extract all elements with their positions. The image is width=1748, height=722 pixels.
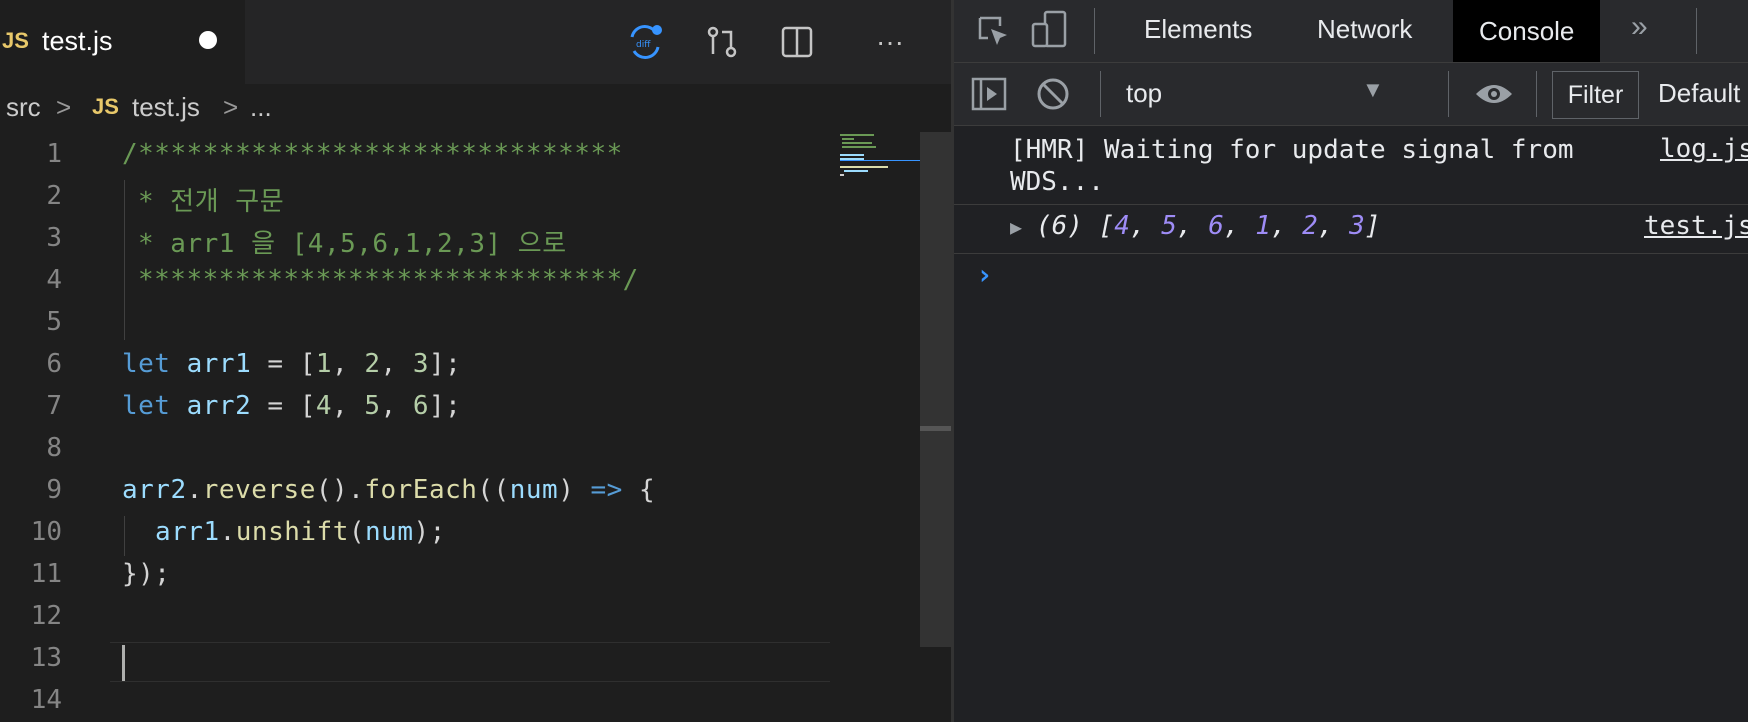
line-number: 11 <box>30 559 62 589</box>
code-line-1: /****************************** <box>122 139 623 169</box>
console-message-array[interactable]: ▶ (6) [4, 5, 6, 1, 2, 3] test.js <box>954 205 1748 254</box>
diff-sync-icon[interactable]: diff <box>623 20 667 64</box>
line-number: 6 <box>46 349 62 379</box>
filter-input[interactable]: Filter <box>1552 71 1639 119</box>
tab-elements[interactable]: Elements <box>1144 14 1252 45</box>
toolbar-divider <box>1536 71 1537 117</box>
console-message-text: [HMR] Waiting for update signal from WDS… <box>1010 135 1574 197</box>
devtools-panel: Elements Network Console » top ▼ Filter … <box>954 0 1748 722</box>
code-line-6: let arr1 = [1, 2, 3]; <box>122 349 462 379</box>
breadcrumb-folder[interactable]: src <box>6 92 41 123</box>
code-line-7: let arr2 = [4, 5, 6]; <box>122 391 462 421</box>
split-editor-icon[interactable] <box>775 20 819 64</box>
show-sidebar-icon[interactable] <box>970 75 1008 118</box>
toolbar-divider <box>1696 8 1697 54</box>
js-file-icon: JS <box>92 94 119 119</box>
console-toolbar: top ▼ Filter Default <box>954 63 1748 126</box>
line-number: 4 <box>46 265 62 295</box>
current-line-highlight <box>110 642 830 682</box>
line-number: 5 <box>46 307 62 337</box>
code-line-2: * 전개 구문 <box>138 187 285 217</box>
tab-network[interactable]: Network <box>1317 14 1412 45</box>
console-prompt-icon: › <box>976 258 993 291</box>
context-selector[interactable]: top ▼ <box>1112 63 1402 125</box>
line-number: 3 <box>46 223 62 253</box>
line-number: 10 <box>30 517 62 547</box>
dropdown-arrow-icon: ▼ <box>1362 77 1384 102</box>
line-number: 1 <box>46 139 62 169</box>
breadcrumb-separator: > <box>56 92 72 122</box>
inspect-element-icon[interactable] <box>976 14 1010 53</box>
line-number: 12 <box>30 601 62 631</box>
text-cursor <box>122 645 125 681</box>
tab-filename: test.js <box>42 26 113 56</box>
console-input[interactable] <box>1010 256 1730 296</box>
line-number: 14 <box>30 685 62 715</box>
indent-guide <box>124 516 125 556</box>
more-actions-icon[interactable]: ··· <box>868 20 912 64</box>
breadcrumb-file[interactable]: test.js <box>132 92 200 123</box>
code-editor: JS test.js diff ··· src > JS test.js > .… <box>0 0 951 722</box>
clear-console-icon[interactable] <box>1034 75 1072 118</box>
line-number: 8 <box>46 433 62 463</box>
log-levels-dropdown[interactable]: Default <box>1658 78 1740 109</box>
editor-tab-bar: JS test.js diff ··· <box>0 0 951 84</box>
code-line-9: arr2.reverse().forEach((num) => { <box>122 475 656 505</box>
tab-console[interactable]: Console <box>1453 0 1601 62</box>
toolbar-divider <box>1448 71 1449 117</box>
more-tabs-icon[interactable]: » <box>1631 10 1648 44</box>
code-line-10: arr1.unshift(num); <box>155 517 446 547</box>
code-line-3: * arr1 을 [4,5,6,1,2,3] 으로 <box>138 229 567 259</box>
scrollbar-position-marker <box>920 426 951 431</box>
context-value: top <box>1126 78 1163 108</box>
expand-triangle-icon[interactable]: ▶ <box>1010 215 1022 239</box>
breadcrumb: src > JS test.js > ... <box>0 84 951 132</box>
array-preview: (6) [4, 5, 6, 1, 2, 3] <box>1036 211 1381 241</box>
svg-text:diff: diff <box>636 40 651 50</box>
code-line-11: }); <box>122 559 171 589</box>
breadcrumb-separator: > <box>223 92 239 122</box>
indent-guide <box>124 180 125 340</box>
toolbar-divider <box>1100 71 1101 117</box>
live-expression-eye-icon[interactable] <box>1474 77 1514 116</box>
breadcrumb-symbols[interactable]: ... <box>250 92 272 123</box>
open-changes-icon[interactable] <box>700 20 744 64</box>
devtools-tab-bar: Elements Network Console » <box>954 0 1748 63</box>
minimap[interactable] <box>840 132 920 192</box>
line-number: 7 <box>46 391 62 421</box>
unsaved-dot-icon[interactable] <box>199 31 217 49</box>
toolbar-divider <box>1094 8 1095 54</box>
console-message-hmr: [HMR] Waiting for update signal from WDS… <box>954 126 1748 205</box>
device-toolbar-icon[interactable] <box>1030 10 1070 55</box>
line-number: 2 <box>46 181 62 211</box>
source-link-test-js[interactable]: test.js <box>1644 211 1748 241</box>
code-line-4: ******************************/ <box>138 265 639 295</box>
line-number: 13 <box>30 643 62 673</box>
editor-tab-test-js[interactable]: JS test.js <box>0 0 245 84</box>
editor-scrollbar[interactable] <box>920 132 951 647</box>
source-link-log-js[interactable]: log.js <box>1660 134 1748 164</box>
js-file-icon: JS <box>2 28 29 53</box>
line-number: 9 <box>46 475 62 505</box>
